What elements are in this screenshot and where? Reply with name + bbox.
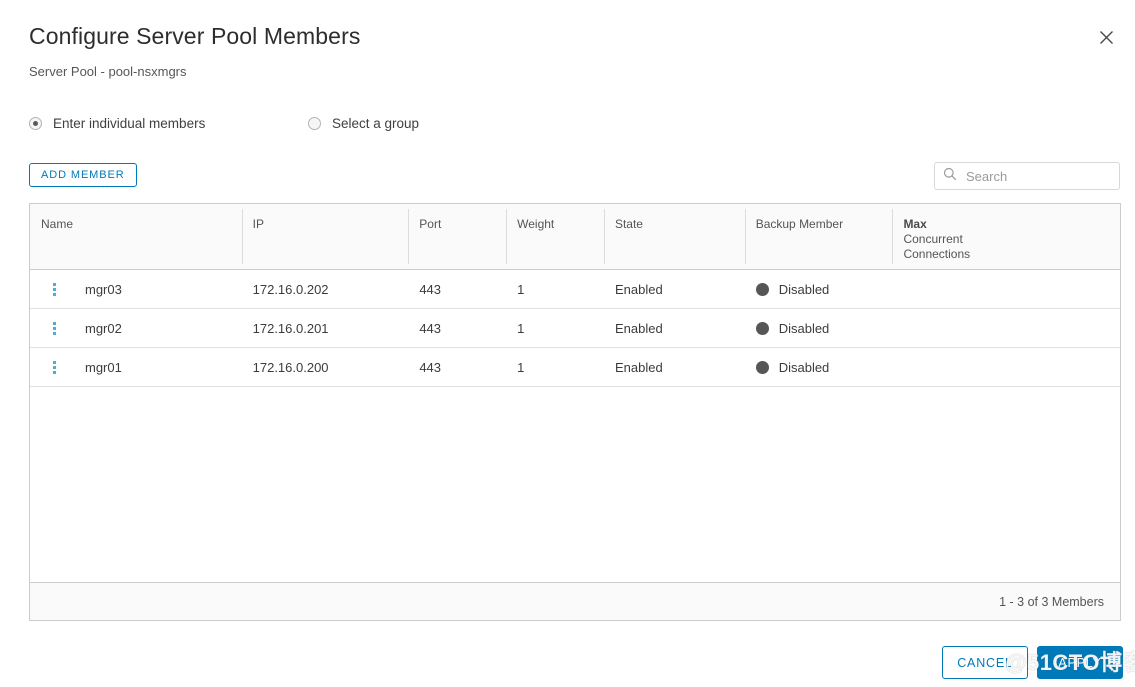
close-icon [1099,30,1114,45]
page-title: Configure Server Pool Members [29,23,361,49]
cell-max-concurrent-connections [892,348,1120,386]
search-icon [943,167,957,186]
add-member-button[interactable]: ADD MEMBER [29,163,137,187]
table-row[interactable]: mgr01 172.16.0.200 443 1 Enabled Disable… [30,348,1120,387]
cell-weight: 1 [517,281,525,297]
cell-port: 443 [419,281,442,297]
status-badge-icon [755,282,769,296]
status-badge-icon [755,321,769,335]
cell-max-concurrent-connections [892,270,1120,308]
cell-weight: 1 [517,359,525,375]
configure-server-pool-members-dialog: Configure Server Pool Members Server Poo… [0,0,1135,687]
column-header-max-line3: Connections [903,247,971,261]
cell-ip: 172.16.0.201 [252,320,329,336]
kebab-menu-icon[interactable] [53,360,56,374]
kebab-menu-icon[interactable] [53,282,56,296]
column-header-max-line1: Max [903,217,927,231]
cell-backup-member-label: Disabled [778,359,830,375]
radio-select-a-group[interactable]: Select a group [308,116,419,131]
cell-state: Enabled [614,359,663,375]
radio-enter-individual-members[interactable]: Enter individual members [29,116,205,131]
column-header-port[interactable]: Port [408,204,506,269]
cancel-button[interactable]: CANCEL [942,646,1028,679]
table-header-row: Name IP Port Weight State Backup Member … [30,204,1120,270]
column-header-backup-member[interactable]: Backup Member [744,204,893,269]
table-row[interactable]: mgr03 172.16.0.202 443 1 Enabled Disable… [30,270,1120,309]
cell-name: mgr02 [85,320,122,336]
close-button[interactable] [1093,24,1119,50]
cell-weight: 1 [517,320,525,336]
cell-backup-member: Disabled [745,270,893,308]
dialog-actions: CANCEL APPLY [942,646,1123,679]
table-footer: 1 - 3 of 3 Members [30,582,1120,620]
row-name-cell: mgr02 [30,321,242,336]
cell-state: Enabled [614,320,663,336]
pagination-summary: 1 - 3 of 3 Members [999,594,1104,609]
cell-name: mgr03 [85,281,122,297]
column-header-max-concurrent-connections[interactable]: Max Concurrent Connections [892,204,1120,269]
radio-mark-individual[interactable] [29,117,42,130]
radio-label-group: Select a group [332,116,420,131]
members-table: Name IP Port Weight State Backup Member … [29,203,1121,621]
status-badge-icon [755,360,769,374]
cell-backup-member: Disabled [745,348,893,386]
cell-port: 443 [419,320,442,336]
table-row[interactable]: mgr02 172.16.0.201 443 1 Enabled Disable… [30,309,1120,348]
column-header-max-line2: Concurrent [903,232,963,246]
search-box[interactable] [934,162,1120,190]
table-body: mgr03 172.16.0.202 443 1 Enabled Disable… [30,270,1120,582]
kebab-menu-icon[interactable] [53,321,56,335]
radio-label-individual: Enter individual members [53,116,206,131]
search-input[interactable] [966,168,1111,184]
cell-backup-member-label: Disabled [778,281,830,297]
cell-ip: 172.16.0.200 [252,359,329,375]
column-header-name[interactable]: Name [30,204,242,269]
dialog-subtitle: Server Pool - pool-nsxmgrs [29,64,187,79]
column-header-ip[interactable]: IP [241,204,409,269]
cell-max-concurrent-connections [892,309,1120,347]
cell-ip: 172.16.0.202 [252,281,329,297]
cell-backup-member-label: Disabled [778,320,830,336]
row-name-cell: mgr01 [30,360,242,375]
cell-port: 443 [419,359,442,375]
column-header-state[interactable]: State [603,204,745,269]
row-name-cell: mgr03 [30,282,242,297]
cell-backup-member: Disabled [745,309,893,347]
radio-mark-group[interactable] [308,117,321,130]
apply-button[interactable]: APPLY [1037,646,1123,679]
cell-name: mgr01 [85,359,122,375]
column-header-weight[interactable]: Weight [506,204,604,269]
cell-state: Enabled [614,281,663,297]
